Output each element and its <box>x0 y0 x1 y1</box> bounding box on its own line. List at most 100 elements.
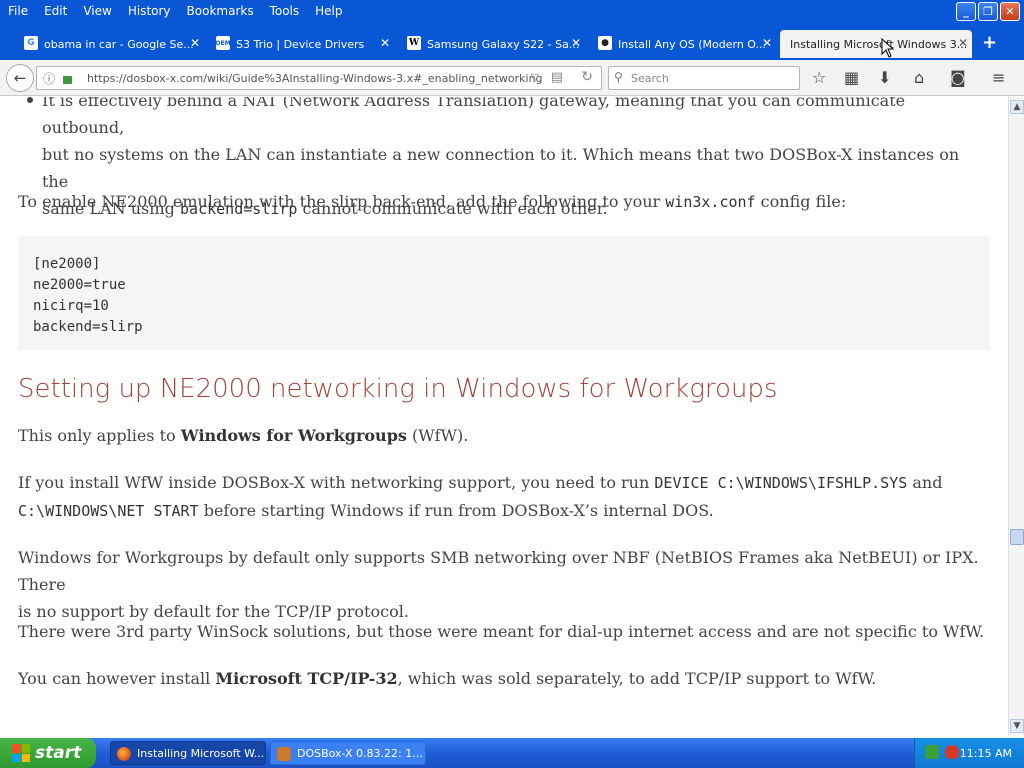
menu-history[interactable]: History <box>120 4 179 18</box>
close-tab-icon[interactable]: ✕ <box>190 36 200 50</box>
tab-google[interactable]: G obama in car - Google Se... ✕ <box>22 30 204 58</box>
close-tab-icon[interactable]: ✕ <box>380 36 390 50</box>
lock-icon <box>63 76 72 84</box>
text-line: Windows for Workgroups by default only s… <box>18 548 979 594</box>
enable-paragraph: To enable NE2000 emulation with the slir… <box>18 188 998 216</box>
text-segment: This only applies to <box>18 426 176 445</box>
tab-title: S3 Trio | Device Drivers <box>236 37 365 51</box>
security-shield-icon[interactable] <box>945 745 959 759</box>
bookmark-star-icon[interactable]: ☆ <box>812 68 826 87</box>
google-icon: G <box>24 36 38 50</box>
install-paragraph: If you install WfW inside DOSBox-X with … <box>18 469 998 525</box>
tab-s3-trio[interactable]: OEM S3 Trio | Device Drivers ✕ <box>214 30 394 58</box>
navigation-bar: ← ⓘ https://dosbox-x.com/wiki/Guide%3AIn… <box>0 60 1024 96</box>
network-tray-icon[interactable] <box>925 745 939 759</box>
winsock-paragraph: There were 3rd party WinSock solutions, … <box>18 622 985 641</box>
menu-view[interactable]: View <box>75 4 119 18</box>
reload-icon[interactable]: ↻ <box>581 69 593 85</box>
window-controls: _ ❐ ✕ <box>956 2 1020 21</box>
firefox-icon <box>117 747 131 761</box>
minimize-button[interactable]: _ <box>956 2 976 21</box>
taskbar-item-dosbox[interactable]: DOSBox-X 0.83.22: 1... <box>270 741 426 765</box>
code-line: nicirq=10 <box>33 298 109 314</box>
scroll-down-icon[interactable]: ▼ <box>1010 719 1024 733</box>
taskbar-item-firefox[interactable]: Installing Microsoft W... <box>110 741 266 765</box>
tab-title: Installing Microsoft Windows 3... <box>790 37 968 51</box>
back-button[interactable]: ← <box>6 64 34 92</box>
library-icon[interactable]: ▦ <box>844 68 859 87</box>
tab-installing-windows[interactable]: Installing Microsoft Windows 3... ✕ <box>780 30 972 58</box>
text-segment: config file: <box>760 192 847 211</box>
url-bar[interactable]: ⓘ https://dosbox-x.com/wiki/Guide%3AInst… <box>36 66 602 90</box>
taskbar: start Installing Microsoft W... DOSBox-X… <box>0 738 1024 768</box>
menu-bookmarks[interactable]: Bookmarks <box>179 4 262 18</box>
oem-icon: OEM <box>215 36 231 50</box>
dropdown-icon[interactable]: ▽ <box>531 71 539 84</box>
menu-file[interactable]: File <box>0 4 36 18</box>
tcp-paragraph: You can however install Microsoft TCP/IP… <box>18 665 998 692</box>
menu-edit[interactable]: Edit <box>36 4 75 18</box>
text-line: It is effectively behind a NAT (Network … <box>42 97 906 137</box>
menu-help[interactable]: Help <box>307 4 350 18</box>
mouse-cursor-icon <box>881 38 895 58</box>
section-heading: Setting up NE2000 networking in Windows … <box>18 374 778 404</box>
download-icon[interactable]: ⬇ <box>878 68 891 87</box>
close-tab-icon[interactable]: ✕ <box>571 36 581 50</box>
tab-install-os[interactable]: ● Install Any OS (Modern O... ✕ <box>596 30 776 58</box>
text-line: but no systems on the LAN can instantiat… <box>42 145 960 191</box>
code-block: [ne2000] ne2000=true nicirq=10 backend=s… <box>18 236 990 350</box>
close-tab-icon[interactable]: ✕ <box>958 36 968 50</box>
url-text: https://dosbox-x.com/wiki/Guide%3AInstal… <box>87 71 543 85</box>
code-line: ne2000=true <box>33 277 126 293</box>
start-button[interactable]: start <box>0 738 96 768</box>
clock: 11:15 AM <box>959 747 1012 760</box>
tab-strip: G obama in car - Google Se... ✕ OEM S3 T… <box>0 22 1024 60</box>
text-segment: (WfW). <box>411 426 469 445</box>
dosbox-icon <box>277 747 291 761</box>
bold-text: Windows for Workgroups <box>180 426 407 445</box>
inline-code: C:\WINDOWS\NET START <box>18 502 199 520</box>
new-tab-button[interactable]: + <box>982 32 997 53</box>
info-icon[interactable]: ⓘ <box>43 70 55 87</box>
github-icon: ● <box>598 36 612 50</box>
tab-title: obama in car - Google Se... <box>44 37 194 51</box>
menu-tools[interactable]: Tools <box>262 4 308 18</box>
reader-view-icon[interactable]: ▤ <box>551 70 563 85</box>
tab-title: Samsung Galaxy S22 - Sa... <box>427 37 580 51</box>
page-content: It is effectively behind a NAT (Network … <box>0 97 1008 735</box>
tab-samsung[interactable]: W Samsung Galaxy S22 - Sa... ✕ <box>405 30 585 58</box>
search-input[interactable]: Search <box>631 72 669 85</box>
bullet-icon <box>27 97 33 103</box>
wikipedia-icon: W <box>407 36 421 50</box>
menu-bar: File Edit View History Bookmarks Tools H… <box>0 0 1024 22</box>
text-segment: before starting Windows if run from DOSB… <box>203 501 714 520</box>
scrollbar-thumb[interactable] <box>1010 529 1024 545</box>
smb-paragraph: Windows for Workgroups by default only s… <box>18 544 998 625</box>
windows-logo-icon <box>12 744 30 762</box>
text-segment: and <box>912 473 943 492</box>
search-icon: ⚲ <box>614 70 623 84</box>
scroll-up-icon[interactable]: ▲ <box>1010 100 1024 114</box>
code-line: [ne2000] <box>33 256 101 272</box>
text-segment: , which was sold separately, to add TCP/… <box>397 669 877 688</box>
restore-button[interactable]: ❐ <box>978 2 998 21</box>
inline-code: win3x.conf <box>665 193 756 211</box>
bold-text: Microsoft TCP/IP-32 <box>215 669 398 688</box>
start-label: start <box>35 743 82 763</box>
code-line: backend=slirp <box>33 319 143 335</box>
applies-paragraph: This only applies to Windows for Workgro… <box>18 422 998 449</box>
text-segment: If you install WfW inside DOSBox-X with … <box>18 473 650 492</box>
system-tray: 11:15 AM <box>914 738 1024 768</box>
vertical-scrollbar[interactable]: ▲ ▼ <box>1008 97 1024 735</box>
pocket-icon[interactable]: ◙ <box>950 68 966 87</box>
tab-title: Install Any OS (Modern O... <box>618 37 767 51</box>
text-segment: You can however install <box>18 669 211 688</box>
text-segment: To enable NE2000 emulation with the slir… <box>18 192 661 211</box>
close-window-button[interactable]: ✕ <box>1000 2 1020 21</box>
search-bar[interactable]: ⚲ Search <box>608 66 800 90</box>
close-tab-icon[interactable]: ✕ <box>762 36 772 50</box>
taskbar-item-label: DOSBox-X 0.83.22: 1... <box>297 746 423 760</box>
inline-code: DEVICE C:\WINDOWS\IFSHLP.SYS <box>654 474 908 492</box>
home-icon[interactable]: ⌂ <box>914 68 924 87</box>
hamburger-menu-icon[interactable]: ≡ <box>992 68 1005 87</box>
